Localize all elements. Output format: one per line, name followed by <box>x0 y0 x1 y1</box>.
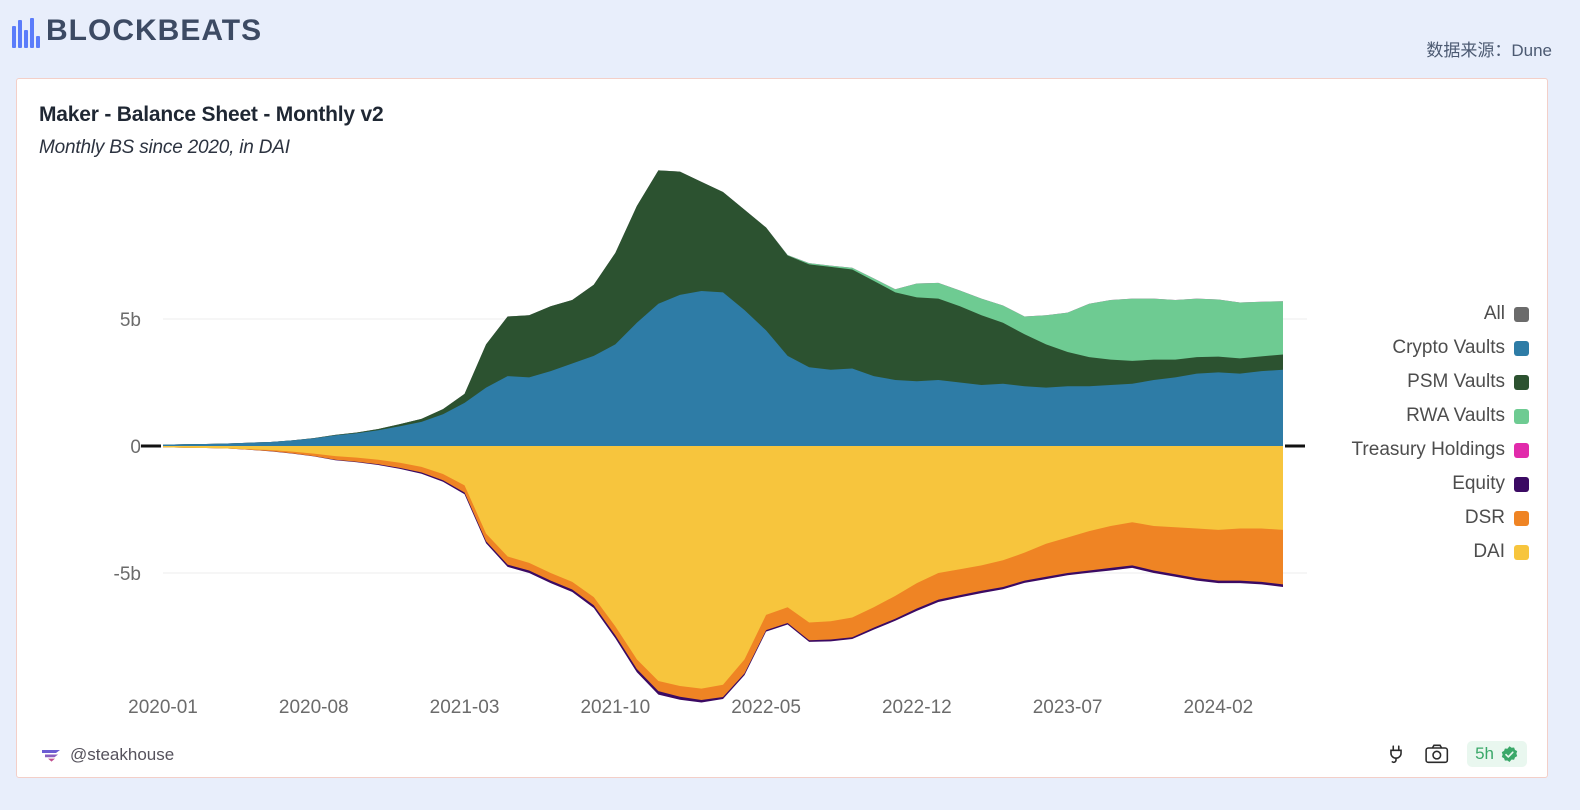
plug-icon[interactable] <box>1385 743 1407 765</box>
area-chart-svg[interactable]: 5b 0 -5b 2020-01 2020-08 2021-03 2021-10 2022-0… <box>17 79 1549 779</box>
verified-check-icon <box>1501 745 1518 762</box>
bar-logo-icon <box>12 14 40 48</box>
legend-item-dsr[interactable]: DSR <box>1465 507 1529 529</box>
author-name: @steakhouse <box>70 745 175 764</box>
legend-item-treasury-holdings[interactable]: Treasury Holdings <box>1352 439 1529 461</box>
legend-swatch <box>1514 476 1529 492</box>
card-footer: @steakhouse 5h <box>17 731 1549 777</box>
legend-swatch <box>1514 544 1529 560</box>
x-axis-tick-label: 2023-07 <box>1033 697 1103 718</box>
legend-item-equity[interactable]: Equity <box>1452 473 1529 495</box>
freshness-text: 5h <box>1475 744 1494 763</box>
dune-wing-icon <box>42 750 60 762</box>
chart-card: Maker - Balance Sheet - Monthly v2 Month… <box>16 78 1548 778</box>
legend-label: All <box>1483 303 1505 324</box>
legend-item-psm-vaults[interactable]: PSM Vaults <box>1407 371 1529 393</box>
chart-legend: All Crypto Vaults PSM Vaults RWA Vaults Trea… <box>1352 303 1529 563</box>
data-freshness-badge[interactable]: 5h <box>1467 741 1527 767</box>
x-axis-tick-label: 2020-01 <box>128 697 198 718</box>
y-axis-tick-label: 0 <box>130 437 141 458</box>
legend-label: PSM Vaults <box>1407 371 1505 392</box>
chart-plot-area: 5b 0 -5b 2020-01 2020-08 2021-03 2021-10 2022-0… <box>17 79 1549 779</box>
footer-actions: 5h <box>1385 741 1527 767</box>
legend-swatch <box>1514 374 1529 390</box>
legend-label: Equity <box>1452 473 1505 494</box>
legend-label: Crypto Vaults <box>1392 337 1505 358</box>
legend-label: Treasury Holdings <box>1351 439 1505 460</box>
legend-item-dai[interactable]: DAI <box>1473 541 1529 563</box>
legend-item-all[interactable]: All <box>1484 303 1529 325</box>
page-header: BLOCKBEATS 数据来源：Dune <box>0 0 1580 72</box>
data-source-label: 数据来源：Dune <box>1426 41 1552 60</box>
legend-swatch <box>1514 408 1529 424</box>
x-axis-tick-label: 2022-05 <box>731 697 801 718</box>
x-axis-tick-label: 2020-08 <box>279 697 349 718</box>
legend-item-rwa-vaults[interactable]: RWA Vaults <box>1406 405 1529 427</box>
x-axis-tick-label: 2024-02 <box>1184 697 1254 718</box>
legend-swatch <box>1514 442 1529 458</box>
y-axis-tick-label: 5b <box>120 310 141 331</box>
legend-swatch <box>1514 510 1529 526</box>
blockbeats-logo[interactable]: BLOCKBEATS <box>12 14 262 48</box>
x-axis-tick-label: 2022-12 <box>882 697 952 718</box>
legend-swatch <box>1514 306 1529 322</box>
legend-label: DAI <box>1473 541 1505 562</box>
legend-swatch <box>1514 340 1529 356</box>
x-axis-tick-label: 2021-03 <box>430 697 500 718</box>
legend-item-crypto-vaults[interactable]: Crypto Vaults <box>1392 337 1529 359</box>
author-credit[interactable]: @steakhouse <box>41 745 174 765</box>
legend-label: RWA Vaults <box>1406 405 1505 426</box>
camera-icon[interactable] <box>1425 743 1449 765</box>
logo-text: BLOCKBEATS <box>46 14 263 47</box>
legend-label: DSR <box>1464 507 1505 528</box>
x-axis-tick-label: 2021-10 <box>580 697 650 718</box>
y-axis-tick-label: -5b <box>114 564 141 585</box>
